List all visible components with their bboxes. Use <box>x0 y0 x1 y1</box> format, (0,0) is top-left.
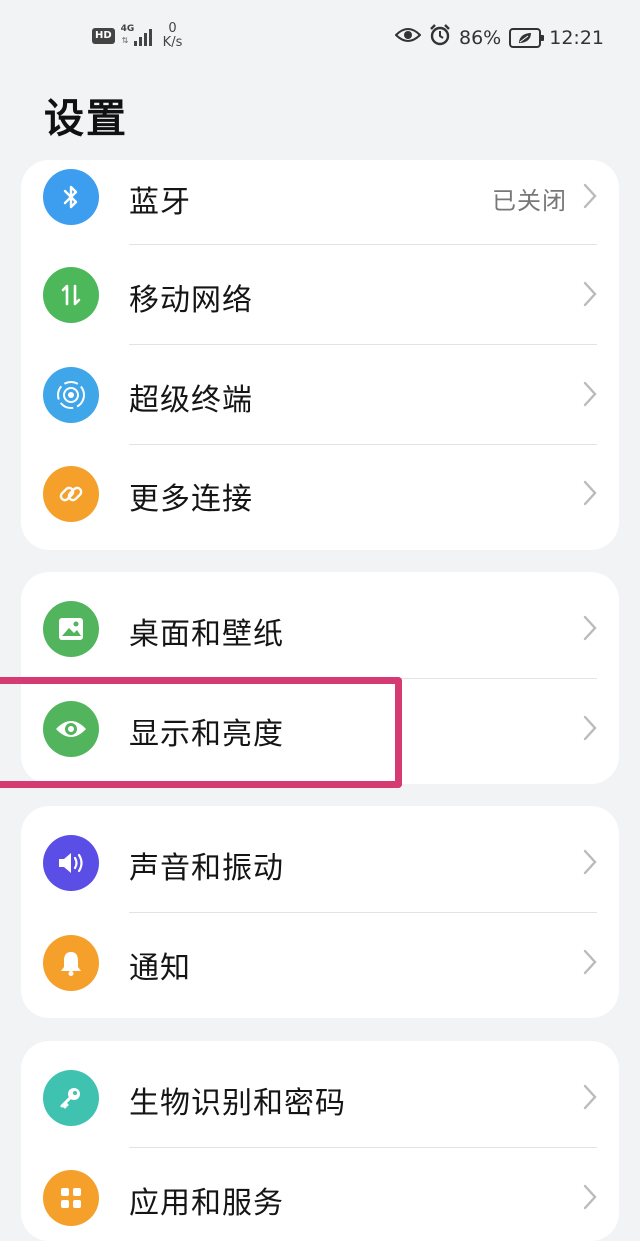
hd-badge: HD <box>92 28 115 44</box>
network-type-label: 4G <box>120 24 135 34</box>
settings-item-display-brightness[interactable]: 显示和亮度 <box>21 679 619 779</box>
settings-item-bluetooth[interactable]: 蓝牙 已关闭 <box>21 160 619 247</box>
settings-item-label: 通知 <box>129 951 191 986</box>
settings-item-notifications[interactable]: 通知 <box>21 913 619 1013</box>
chevron-right-icon <box>583 381 597 411</box>
chevron-right-icon <box>583 849 597 879</box>
settings-item-home-wallpaper[interactable]: 桌面和壁纸 <box>21 579 619 679</box>
bluetooth-icon <box>43 169 99 225</box>
alarm-icon <box>429 24 451 51</box>
status-left: HD 4G ⇅ 0 K/s <box>92 22 182 50</box>
super-device-icon <box>43 367 99 423</box>
signal-icon: 4G ⇅ <box>121 24 155 48</box>
speed-unit: K/s <box>162 35 183 50</box>
settings-item-label: 超级终端 <box>129 383 253 418</box>
settings-item-label: 桌面和壁纸 <box>129 617 284 652</box>
mobile-data-icon <box>43 267 99 323</box>
speaker-icon <box>43 835 99 891</box>
chevron-right-icon <box>583 715 597 745</box>
chevron-right-icon <box>583 1184 597 1214</box>
settings-item-label: 生物识别和密码 <box>129 1086 346 1121</box>
chevron-right-icon <box>583 615 597 645</box>
network-speed: 0 K/s <box>163 22 183 50</box>
settings-item-biometrics-password[interactable]: 生物识别和密码 <box>21 1048 619 1148</box>
settings-group-display: 桌面和壁纸 显示和亮度 <box>21 572 619 784</box>
chevron-right-icon <box>583 480 597 510</box>
settings-item-sound-vibration[interactable]: 声音和振动 <box>21 813 619 913</box>
settings-item-mobile-network[interactable]: 移动网络 <box>21 245 619 345</box>
chevron-right-icon <box>583 183 597 213</box>
settings-item-label: 移动网络 <box>129 283 253 318</box>
settings-item-label: 应用和服务 <box>129 1186 284 1221</box>
chevron-right-icon <box>583 949 597 979</box>
chevron-right-icon <box>583 1084 597 1114</box>
eye-icon <box>43 701 99 757</box>
settings-group-connectivity: 蓝牙 已关闭 移动网络 超级终端 更多连接 <box>21 160 619 550</box>
settings-item-label: 声音和振动 <box>129 851 284 886</box>
apps-icon <box>43 1170 99 1226</box>
battery-percent: 86% <box>459 26 502 49</box>
settings-group-security: 生物识别和密码 应用和服务 <box>21 1041 619 1241</box>
settings-item-apps-services[interactable]: 应用和服务 <box>21 1148 619 1241</box>
settings-item-super-device[interactable]: 超级终端 <box>21 345 619 445</box>
settings-item-more-connections[interactable]: 更多连接 <box>21 444 619 544</box>
key-icon <box>43 1070 99 1126</box>
settings-group-sound: 声音和振动 通知 <box>21 806 619 1018</box>
bell-icon <box>43 935 99 991</box>
settings-item-label: 显示和亮度 <box>129 717 284 752</box>
settings-item-label: 更多连接 <box>129 482 253 517</box>
bluetooth-status-value: 已关闭 <box>492 187 567 215</box>
settings-item-label: 蓝牙 <box>129 185 191 220</box>
battery-icon <box>509 27 545 48</box>
status-bar: HD 4G ⇅ 0 K/s 86% 12:21 <box>0 0 640 76</box>
page-title: 设置 <box>44 96 128 142</box>
link-icon <box>43 466 99 522</box>
wallpaper-icon <box>43 601 99 657</box>
clock-time: 12:21 <box>549 26 604 49</box>
eye-comfort-icon <box>394 26 422 49</box>
status-right: 86% 12:21 <box>394 24 604 51</box>
chevron-right-icon <box>583 281 597 311</box>
speed-value: 0 <box>168 21 177 36</box>
